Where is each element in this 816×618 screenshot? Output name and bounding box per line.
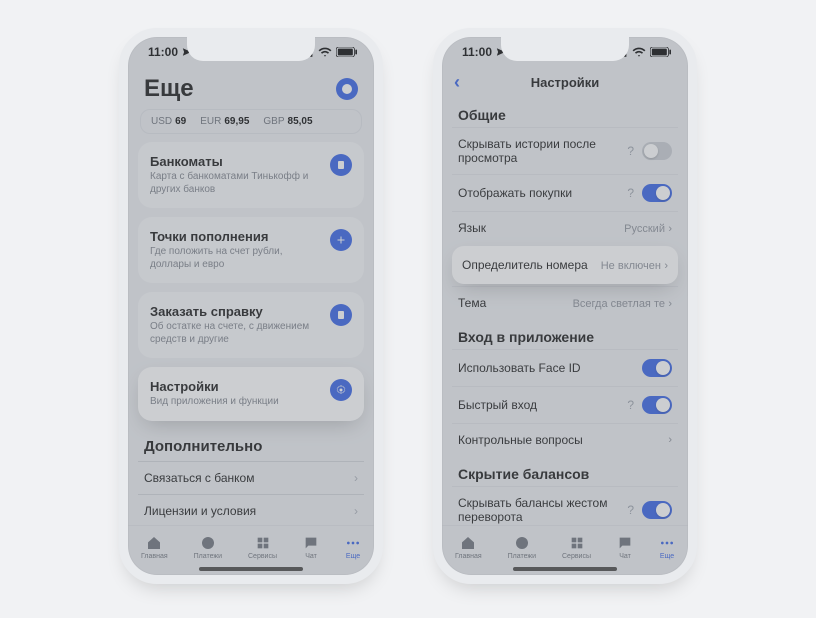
toggle[interactable] [642, 184, 672, 202]
tab-payments[interactable]: Платежи [194, 535, 222, 560]
chevron-right-icon: › [668, 298, 672, 310]
row-contact-bank[interactable]: Связаться с банком› [138, 461, 364, 494]
tab-more[interactable]: Еще [659, 535, 675, 560]
tab-more[interactable]: Еще [345, 535, 361, 560]
card-statement[interactable]: Заказать справку Об остатке на счете, с … [138, 292, 364, 358]
tab-payments[interactable]: Платежи [508, 535, 536, 560]
chevron-right-icon: › [354, 471, 358, 485]
help-icon[interactable]: ? [627, 503, 634, 517]
battery-icon [336, 47, 358, 57]
row-security-q[interactable]: Контрольные вопросы › [452, 423, 678, 456]
card-topup[interactable]: Точки пополнения Где положить на счет ру… [138, 217, 364, 283]
toggle[interactable] [642, 142, 672, 160]
chevron-right-icon: › [668, 434, 672, 446]
gear-icon [330, 379, 352, 401]
group-hide-balances: Скрытие балансов [452, 456, 678, 486]
notch [501, 37, 629, 61]
toggle[interactable] [642, 501, 672, 519]
chevron-right-icon: › [668, 223, 672, 235]
tab-home[interactable]: Главная [455, 535, 482, 560]
row-language[interactable]: Язык Русский › [452, 211, 678, 244]
card-title: Банкоматы [150, 154, 320, 169]
tab-services[interactable]: Сервисы [248, 535, 277, 560]
row-hide-balance-flip[interactable]: Скрывать балансы жестом переворота ? [452, 486, 678, 525]
status-time: 11:00 [148, 45, 178, 59]
notch [187, 37, 315, 61]
row-quick-login[interactable]: Быстрый вход ? [452, 386, 678, 423]
back-button[interactable]: ‹ [454, 73, 460, 91]
tab-chat[interactable]: Чат [303, 535, 319, 560]
card-atms[interactable]: Банкоматы Карта с банкоматами Тинькофф и… [138, 142, 364, 208]
help-icon[interactable]: ? [627, 144, 634, 158]
row-theme[interactable]: Тема Всегда светлая те › [452, 286, 678, 319]
row-hide-stories[interactable]: Скрывать истории после просмотра ? [452, 127, 678, 174]
home-indicator [199, 567, 303, 571]
screen-more: 11:00 Еще USD69 EUR69,95 GBP85,05 [128, 37, 374, 575]
row-caller-id[interactable]: Определитель номера Не включен › [452, 246, 678, 284]
screen-settings: 11:00 ‹ Настройки Общие Скрывать истории… [442, 37, 688, 575]
battery-icon [650, 47, 672, 57]
help-icon[interactable]: ? [627, 186, 634, 200]
atm-icon [330, 154, 352, 176]
profile-icon[interactable] [336, 78, 358, 100]
status-time: 11:00 [462, 45, 492, 59]
group-general: Общие [452, 97, 678, 127]
row-faceid[interactable]: Использовать Face ID [452, 349, 678, 386]
phone-left: 11:00 Еще USD69 EUR69,95 GBP85,05 [119, 28, 383, 584]
section-extra: Дополнительно [138, 430, 364, 461]
page-title: Еще [144, 75, 194, 103]
home-indicator [513, 567, 617, 571]
card-settings[interactable]: Настройки Вид приложения и функции [138, 367, 364, 421]
help-icon[interactable]: ? [627, 398, 634, 412]
group-login: Вход в приложение [452, 319, 678, 349]
wifi-icon [632, 45, 646, 59]
nav-title: Настройки [531, 75, 600, 90]
tab-chat[interactable]: Чат [617, 535, 633, 560]
tab-services[interactable]: Сервисы [562, 535, 591, 560]
toggle[interactable] [642, 396, 672, 414]
toggle[interactable] [642, 359, 672, 377]
wifi-icon [318, 45, 332, 59]
phone-right: 11:00 ‹ Настройки Общие Скрывать истории… [433, 28, 697, 584]
card-sub: Карта с банкоматами Тинькофф и других ба… [150, 171, 320, 196]
fx-rates[interactable]: USD69 EUR69,95 GBP85,05 [140, 109, 362, 134]
row-show-purchases[interactable]: Отображать покупки ? [452, 174, 678, 211]
chevron-right-icon: › [664, 260, 668, 272]
nav-bar: ‹ Настройки [442, 67, 688, 97]
tab-home[interactable]: Главная [141, 535, 168, 560]
document-icon [330, 304, 352, 326]
plus-icon [330, 229, 352, 251]
row-licenses[interactable]: Лицензии и условия› [138, 494, 364, 526]
chevron-right-icon: › [354, 504, 358, 518]
